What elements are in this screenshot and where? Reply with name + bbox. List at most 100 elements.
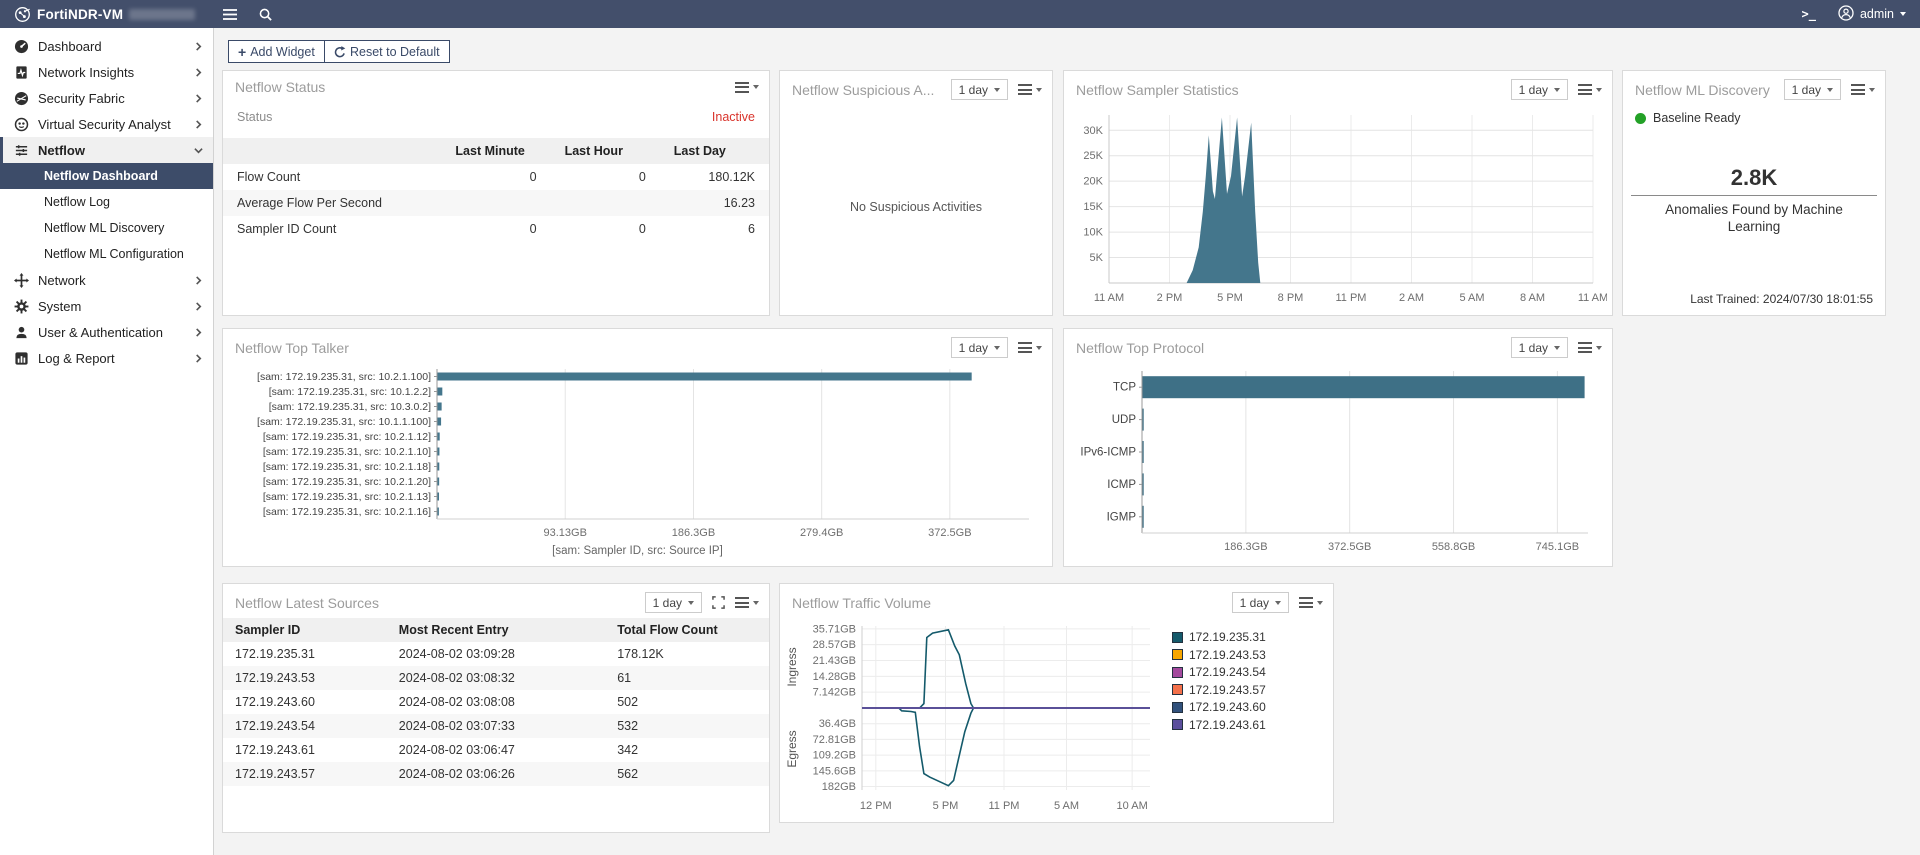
legend-item-172-19-235-31[interactable]: 172.19.235.31	[1172, 630, 1266, 644]
sidebar-item-netflow-ml-configuration[interactable]: Netflow ML Configuration	[0, 241, 213, 267]
legend-item-172-19-243-53[interactable]: 172.19.243.53	[1172, 648, 1266, 662]
sidebar-item-netflow-dashboard[interactable]: Netflow Dashboard	[0, 163, 213, 189]
sidebar-item-dashboard[interactable]: Dashboard	[0, 33, 213, 59]
top-talker-period-dropdown[interactable]: 1 day	[950, 337, 1008, 358]
top-talker-chart: 93.13GB 186.3GB 279.4GB 372.5GB [sam: 172.19…	[257, 369, 1029, 539]
legend-swatch	[1172, 666, 1183, 678]
chevron-down-icon	[1317, 600, 1323, 605]
search-icon[interactable]	[258, 0, 273, 28]
legend-label: 172.19.235.31	[1189, 630, 1266, 644]
traffic-volume-chart: 12 PM 5 PM 11 PM 5 AM 10 AM 35.71GB 28.57GB 21.…	[785, 623, 1150, 812]
table-header: Last Minute	[441, 138, 551, 164]
netflow-ml-discovery-widget: Netflow ML Discovery 1 day Baseline Read…	[1622, 70, 1886, 316]
widget-title: Netflow Suspicious A...	[792, 81, 935, 98]
admin-menu[interactable]: admin	[1838, 4, 1906, 24]
svg-text:11 AM: 11 AM	[1578, 292, 1607, 304]
svg-text:372.5GB: 372.5GB	[928, 527, 971, 539]
netflow-suspicious-activities-widget: Netflow Suspicious A... 1 day No Suspici…	[779, 70, 1053, 316]
reset-to-default-button[interactable]: Reset to Default	[324, 40, 450, 63]
security-fabric-icon	[12, 91, 30, 106]
suspicious-period-dropdown[interactable]: 1 day	[950, 79, 1008, 100]
user-avatar-icon	[1838, 4, 1854, 24]
svg-text:2 PM: 2 PM	[1157, 292, 1183, 304]
top-protocol-period-dropdown[interactable]: 1 day	[1510, 337, 1568, 358]
plus-icon: +	[238, 43, 247, 60]
widget-menu-button[interactable]	[1851, 82, 1875, 98]
sidebar-item-label: Network	[38, 272, 86, 288]
netflow-status-widget: Netflow Status Status Inactive Last Minu…	[222, 70, 770, 316]
sidebar-nav: Dashboard Network Insights Security Fabric…	[0, 28, 214, 855]
svg-text:186.3GB: 186.3GB	[1224, 541, 1267, 553]
legend-swatch	[1172, 649, 1183, 660]
legend-item-172-19-243-61[interactable]: 172.19.243.61	[1172, 718, 1266, 732]
sidebar-item-network[interactable]: Network	[0, 267, 213, 293]
chevron-down-icon	[1827, 87, 1833, 92]
widget-menu-button[interactable]	[1018, 82, 1042, 98]
sidebar-item-label: Netflow	[38, 142, 85, 158]
legend-item-172-19-243-60[interactable]: 172.19.243.60	[1172, 700, 1266, 714]
status-label: Status	[237, 110, 273, 124]
sidebar-item-netflow[interactable]: Netflow	[0, 137, 213, 163]
sampler-statistics-period-dropdown[interactable]: 1 day	[1510, 79, 1568, 100]
sidebar-item-label: Dashboard	[38, 38, 102, 54]
svg-text:10K: 10K	[1083, 227, 1103, 239]
widget-menu-button[interactable]	[1018, 340, 1042, 356]
svg-text:[sam: 172.19.235.31, src: 10.2: [sam: 172.19.235.31, src: 10.2.1.16]	[263, 506, 431, 518]
sidebar-item-netflow-log[interactable]: Netflow Log	[0, 189, 213, 215]
netflow-sampler-statistics-widget: Netflow Sampler Statistics 1 day 11 AM 2 …	[1063, 70, 1613, 316]
widget-title: Netflow Traffic Volume	[792, 594, 932, 611]
svg-text:[sam: 172.19.235.31, src: 10.1: [sam: 172.19.235.31, src: 10.1.1.100]	[257, 416, 431, 428]
svg-text:109.2GB: 109.2GB	[813, 750, 856, 762]
svg-text:[sam: 172.19.235.31, src: 10.2: [sam: 172.19.235.31, src: 10.2.1.13]	[263, 491, 431, 503]
sidebar-item-security-fabric[interactable]: Security Fabric	[0, 85, 213, 111]
sidebar-item-netflow-ml-discovery[interactable]: Netflow ML Discovery	[0, 215, 213, 241]
chevron-right-icon	[194, 65, 203, 80]
sidebar-item-system[interactable]: System	[0, 293, 213, 319]
table-header	[223, 138, 442, 164]
sidebar-item-network-insights[interactable]: Network Insights	[0, 59, 213, 85]
cli-console-icon[interactable]: >_	[1802, 7, 1816, 21]
svg-text:186.3GB: 186.3GB	[672, 527, 715, 539]
legend-label: 172.19.243.53	[1189, 647, 1266, 662]
svg-text:[sam: 172.19.235.31, src: 10.2: [sam: 172.19.235.31, src: 10.2.1.20]	[263, 476, 431, 488]
add-widget-button[interactable]: + Add Widget	[228, 40, 325, 63]
legend-swatch	[1172, 701, 1183, 713]
widget-menu-button[interactable]	[1578, 82, 1602, 98]
legend-item-172-19-243-54[interactable]: 172.19.243.54	[1172, 665, 1266, 679]
ml-discovery-period-dropdown[interactable]: 1 day	[1783, 79, 1841, 100]
svg-text:7.142GB: 7.142GB	[813, 687, 856, 699]
table-row: 172.19.243.60 2024-08-02 03:08:08 502	[235, 695, 639, 709]
netflow-top-protocol-widget: Netflow Top Protocol 1 day 186.3GB 372.5G…	[1063, 328, 1613, 567]
svg-text:ICMP: ICMP	[1107, 479, 1136, 491]
traffic-volume-period-dropdown[interactable]: 1 day	[1231, 592, 1289, 613]
chevron-right-icon	[194, 299, 203, 314]
svg-text:[sam: 172.19.235.31, src: 10.2: [sam: 172.19.235.31, src: 10.2.1.12]	[263, 431, 431, 443]
sidebar-item-user-authentication[interactable]: User & Authentication	[0, 319, 213, 345]
menu-bars-icon	[735, 595, 749, 611]
latest-sources-period-dropdown[interactable]: 1 day	[644, 592, 702, 613]
menu-toggle-icon[interactable]	[222, 0, 238, 28]
widget-menu-button[interactable]	[1578, 340, 1602, 356]
chevron-right-icon	[194, 117, 203, 132]
chevron-down-icon	[753, 600, 759, 605]
chevron-down-icon	[1554, 345, 1560, 350]
widget-menu-button[interactable]	[735, 595, 759, 611]
menu-bars-icon	[1578, 340, 1592, 356]
sidebar-item-virtual-security-analyst[interactable]: Virtual Security Analyst	[0, 111, 213, 137]
log-report-icon	[12, 351, 30, 366]
menu-bars-icon	[1018, 82, 1032, 98]
chevron-down-icon	[1275, 600, 1281, 605]
svg-text:20K: 20K	[1083, 176, 1103, 188]
expand-icon[interactable]	[712, 596, 725, 609]
netflow-icon	[12, 143, 30, 158]
legend-item-172-19-243-57[interactable]: 172.19.243.57	[1172, 683, 1266, 697]
chevron-right-icon	[194, 325, 203, 340]
svg-text:279.4GB: 279.4GB	[800, 527, 843, 539]
widget-menu-button[interactable]	[1299, 595, 1323, 611]
table-row: 172.19.243.61 2024-08-02 03:06:47 342	[235, 743, 639, 757]
sidebar-item-log-report[interactable]: Log & Report	[0, 345, 213, 371]
table-row: 172.19.243.54 2024-08-02 03:07:33 532	[223, 714, 769, 738]
widget-menu-button[interactable]	[735, 79, 759, 95]
legend-swatch	[1172, 631, 1183, 643]
table-row: Flow Count 0 0 180.12K	[237, 170, 755, 184]
